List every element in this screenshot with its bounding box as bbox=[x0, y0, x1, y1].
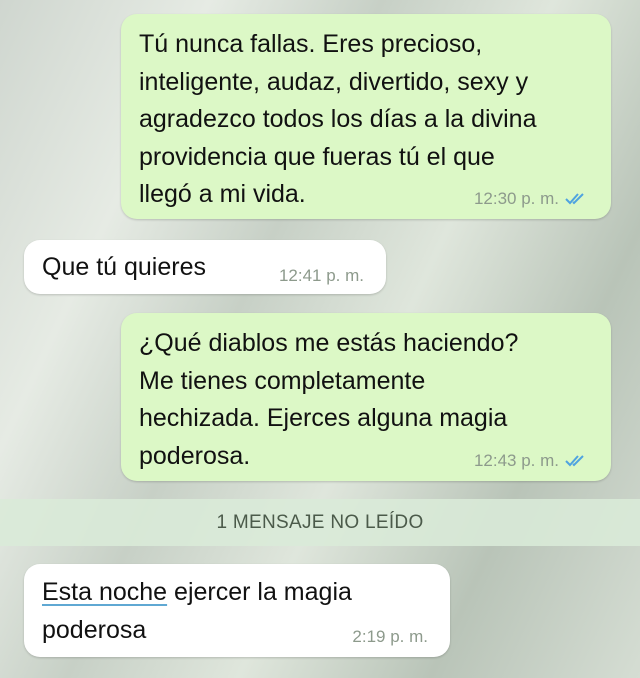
message-meta: 2:19 p. m. bbox=[352, 627, 428, 647]
unread-messages-banner: 1 MENSAJE NO LEÍDO bbox=[0, 499, 640, 546]
message-timestamp: 12:30 p. m. bbox=[473, 189, 559, 208]
message-text: ¿Qué diablos me estás haciendo? Me tiene… bbox=[139, 329, 519, 470]
incoming-message-bubble[interactable]: Esta noche ejercer la magia poderosa 2:1… bbox=[24, 564, 450, 657]
detected-text-link[interactable]: Esta noche bbox=[42, 578, 167, 606]
message-meta: 12:30 p. m. bbox=[474, 189, 589, 209]
chat-area: Tú nunca fallas. Eres precioso, intelige… bbox=[0, 0, 640, 678]
message-text: Tú nunca fallas. Eres precioso, intelige… bbox=[139, 30, 537, 208]
message-timestamp: 12:41 p. m. bbox=[278, 266, 364, 285]
incoming-message-bubble[interactable]: Que tú quieres 12:41 p. m. bbox=[24, 240, 386, 294]
message-meta: 12:41 p. m. bbox=[279, 266, 364, 286]
message-text: Esta noche ejercer la magia poderosa bbox=[42, 574, 352, 649]
outgoing-message-bubble[interactable]: Tú nunca fallas. Eres precioso, intelige… bbox=[121, 14, 611, 219]
message-timestamp: 12:43 p. m. bbox=[473, 451, 559, 470]
outgoing-message-bubble[interactable]: ¿Qué diablos me estás haciendo? Me tiene… bbox=[121, 313, 611, 481]
message-text: Que tú quieres bbox=[42, 253, 206, 281]
message-timestamp: 2:19 p. m. bbox=[352, 627, 428, 646]
double-check-read-icon bbox=[565, 455, 584, 467]
double-check-read-icon bbox=[565, 193, 584, 205]
message-meta: 12:43 p. m. bbox=[474, 451, 589, 471]
